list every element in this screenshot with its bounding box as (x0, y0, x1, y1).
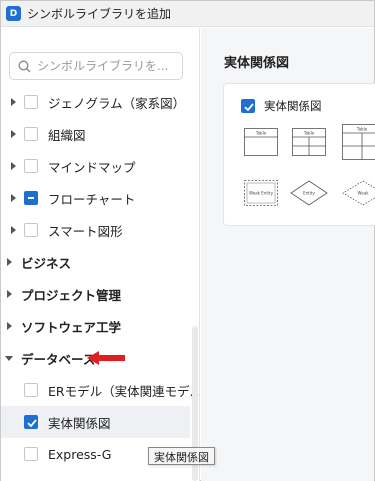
tree-item-label: ERモデル（実体関連モデ... (48, 383, 200, 399)
expand-arrow-icon[interactable] (5, 257, 13, 267)
weak-relationship-diamond-thumbnail[interactable]: Weak (342, 180, 375, 206)
category-label: プロジェクト管理 (21, 287, 122, 303)
tree-item-label: 実体関係図 (48, 415, 111, 431)
search-icon (18, 60, 31, 72)
entity-relationship-checkbox[interactable] (24, 415, 38, 429)
express-g-checkbox[interactable] (24, 447, 38, 461)
entity-shape-label: Entity (303, 191, 315, 196)
tree-item-label: 組織図 (48, 127, 86, 143)
checkmark-icon (27, 419, 37, 428)
weak-entity-shape-thumbnail[interactable]: Weak Entity (244, 180, 278, 206)
relationship-diamond-thumbnail[interactable]: Entity (290, 180, 328, 206)
tree-item-flowchart[interactable]: フローチャート (1, 182, 199, 214)
table-shape-label: Table (303, 131, 315, 136)
category-label: ビジネス (21, 255, 72, 271)
tree-item-smart-shapes[interactable]: スマート図形 (1, 214, 199, 246)
table-shape-label: Table (356, 127, 368, 132)
genogram-checkbox[interactable] (24, 95, 38, 109)
org-chart-checkbox[interactable] (24, 127, 38, 141)
category-label: ソフトウェア工学 (21, 319, 122, 335)
table-shape-thumbnail[interactable]: Table (244, 128, 278, 156)
table-shape-thumbnail[interactable]: Table (342, 124, 375, 160)
table-shape-thumbnail[interactable]: Table (292, 128, 326, 156)
category-business[interactable]: ビジネス (1, 246, 199, 278)
smart-shapes-checkbox[interactable] (24, 223, 38, 237)
tree-item-label: スマート図形 (48, 223, 123, 239)
annotation-arrow-icon (87, 351, 125, 365)
table-shape-label: Table (255, 131, 267, 136)
tree-item-genogram[interactable]: ジェノグラム（家系図） (1, 86, 199, 118)
library-card-entity-relationship[interactable]: 実体関係図 Table Table Table Weak Entity Enti… (223, 83, 375, 226)
collapse-arrow-icon[interactable] (5, 353, 13, 363)
window-title: シンボルライブラリを追加 (27, 7, 172, 21)
weak-entity-label: Weak Entity (249, 191, 274, 196)
tree-item-label: ジェノグラム（家系図） (48, 95, 186, 111)
expand-arrow-icon[interactable] (9, 97, 17, 107)
tree-item-label: Express-G (48, 446, 112, 462)
er-model-checkbox[interactable] (24, 383, 38, 397)
category-software-engineering[interactable]: ソフトウェア工学 (1, 310, 199, 342)
expand-arrow-icon[interactable] (9, 161, 17, 171)
search-input[interactable] (37, 59, 177, 73)
expand-arrow-icon[interactable] (5, 289, 13, 299)
tree-item-er-model[interactable]: ERモデル（実体関連モデ... (1, 374, 200, 406)
expand-arrow-icon[interactable] (9, 193, 17, 203)
tree-item-label: フローチャート (48, 191, 136, 207)
section-title: 実体関係図 (224, 56, 290, 71)
expand-arrow-icon[interactable] (9, 129, 17, 139)
card-label: 実体関係図 (264, 99, 322, 113)
flowchart-checkbox[interactable] (24, 191, 38, 205)
main-panel: 実体関係図 実体関係図 Table Table Table Weak Entit… (201, 28, 375, 481)
expand-arrow-icon[interactable] (5, 321, 13, 331)
tree-item-org-chart[interactable]: 組織図 (1, 118, 199, 150)
tree-item-entity-relationship[interactable]: 実体関係図 (1, 406, 190, 438)
tree-item-label: マインドマップ (48, 159, 136, 175)
expand-arrow-icon[interactable] (9, 225, 17, 235)
mind-map-checkbox[interactable] (24, 159, 38, 173)
weak-shape-label: Weak (358, 191, 370, 196)
add-symbol-library-dialog: D シンボルライブラリを追加 ジェノグラム（家系図） 組織図 マインドマッ (0, 0, 375, 481)
library-sidebar: ジェノグラム（家系図） 組織図 マインドマップ フローチャート スマート図形 (1, 28, 200, 481)
tree-item-mind-map[interactable]: マインドマップ (1, 150, 199, 182)
tooltip: 実体関係図 (148, 447, 215, 465)
category-label: データベース (21, 351, 96, 367)
app-logo-icon: D (6, 6, 21, 21)
category-project-management[interactable]: プロジェクト管理 (1, 278, 199, 310)
checkmark-icon (244, 103, 254, 112)
search-box[interactable] (9, 52, 183, 80)
title-bar: D シンボルライブラリを追加 (1, 1, 374, 27)
card-checkbox[interactable] (241, 99, 255, 113)
